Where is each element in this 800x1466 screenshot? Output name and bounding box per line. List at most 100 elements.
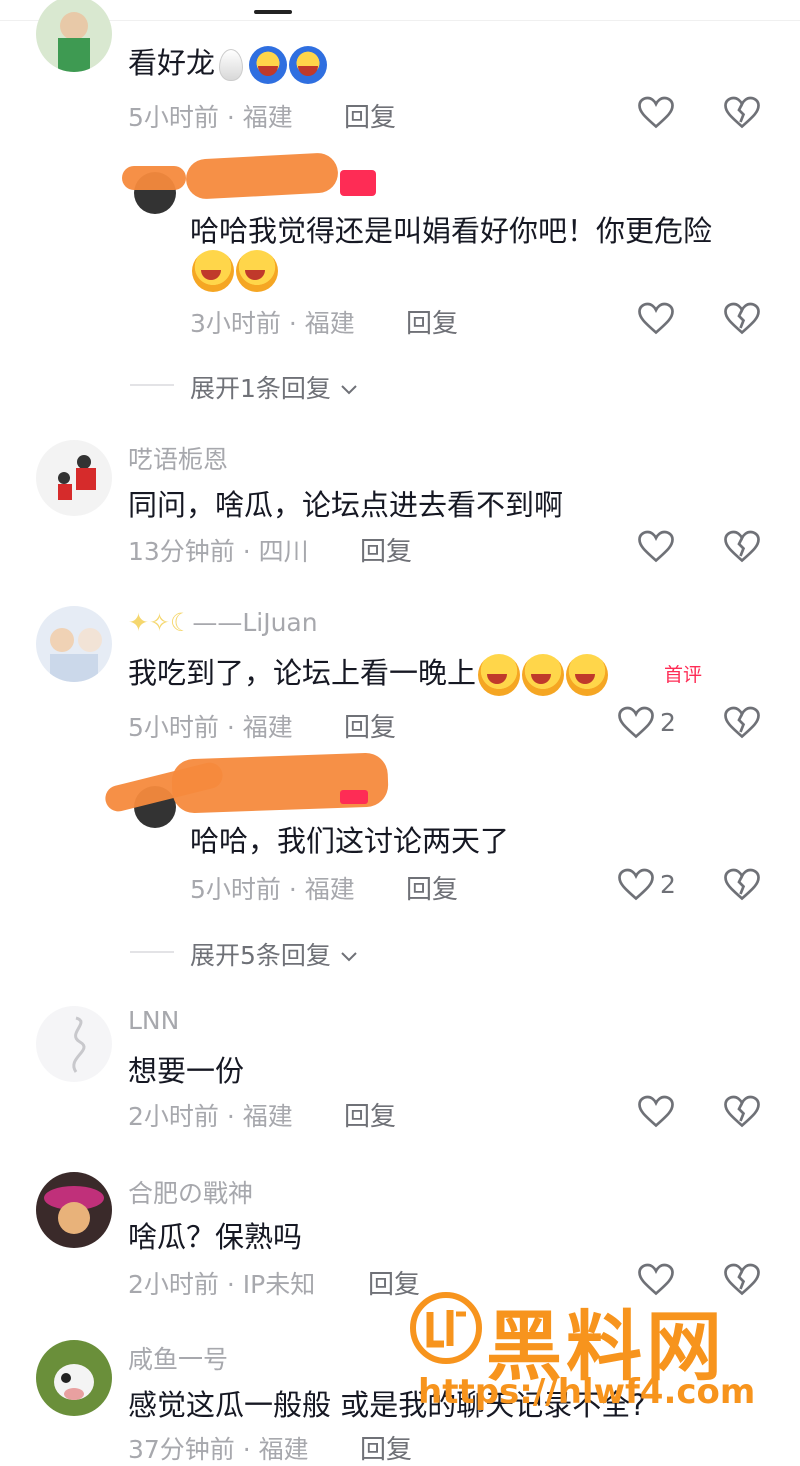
watermark-logo-icon — [408, 1290, 484, 1366]
comment-text: 同问，啥瓜，论坛点进去看不到啊 — [128, 482, 563, 524]
comment-text-content: 同问，啥瓜，论坛点进去看不到啊 — [128, 488, 564, 522]
comment-meta: 3小时前 · 福建 — [190, 304, 355, 340]
reply-button[interactable]: 回复 — [344, 97, 396, 134]
comment-meta: 5小时前 · 福建 — [190, 870, 355, 906]
expand-replies-label: 展开5条回复 — [190, 941, 331, 970]
comment-text: 想要一份 — [128, 1048, 244, 1090]
comment-time: 13分钟前 — [128, 537, 235, 566]
comment-time: 37分钟前 — [128, 1435, 235, 1464]
username[interactable]: 呓语栀恩 — [128, 440, 228, 476]
meta-separator: · — [226, 1102, 235, 1131]
heart-icon[interactable] — [638, 530, 674, 564]
emoji-row — [190, 250, 278, 292]
sticker-emoji-icon — [289, 46, 328, 84]
dislike-icon[interactable] — [724, 96, 760, 130]
comment-text: 哈哈我觉得还是叫娟看好你吧！你更危险 — [190, 208, 712, 250]
username[interactable]: LNN — [128, 1006, 179, 1035]
redaction-mark — [122, 166, 186, 190]
avatar[interactable] — [36, 1006, 112, 1082]
dislike-icon[interactable] — [724, 1263, 760, 1297]
heart-icon[interactable] — [618, 868, 654, 902]
author-badge — [340, 790, 368, 804]
meta-separator: · — [242, 1435, 251, 1464]
dislike-icon[interactable] — [724, 868, 760, 902]
comment-location: 福建 — [304, 875, 355, 904]
avatar[interactable] — [36, 440, 112, 516]
drag-handle[interactable] — [254, 10, 292, 14]
chevron-down-icon — [339, 941, 359, 970]
comment-text-content: 我吃到了，论坛上看一晚上 — [128, 656, 477, 690]
reply-button[interactable]: 回复 — [406, 869, 458, 906]
comment-location: 福建 — [258, 1435, 309, 1464]
comment-time: 3小时前 — [190, 309, 281, 338]
comment-meta: 5小时前 · 福建 — [128, 98, 293, 134]
comment-time: 2小时前 — [128, 1270, 219, 1299]
heart-icon[interactable] — [618, 706, 654, 740]
laughing-crying-emoji-icon — [566, 654, 609, 696]
laughing-crying-emoji-icon — [522, 654, 565, 696]
first-comment-badge: 首评 — [664, 664, 703, 686]
like-count: 2 — [660, 870, 676, 899]
egg-emoji-icon — [219, 49, 244, 81]
comment-meta: 37分钟前 · 福建 — [128, 1430, 309, 1466]
meta-separator: · — [288, 875, 297, 904]
comment-location: 福建 — [242, 1102, 293, 1131]
comment-time: 5小时前 — [190, 875, 281, 904]
comment-text: 看好龙 — [128, 40, 328, 84]
username[interactable]: ✦✧☾——LiJuan — [128, 608, 318, 637]
comment-text-content: 哈哈，我们这讨论两天了 — [190, 824, 510, 858]
comment-text: 我吃到了，论坛上看一晚上 — [128, 650, 609, 696]
expand-replies-label: 展开1条回复 — [190, 374, 331, 403]
username[interactable]: 咸鱼一号 — [128, 1340, 228, 1376]
avatar[interactable] — [36, 606, 112, 682]
dislike-icon[interactable] — [724, 1095, 760, 1129]
avatar[interactable] — [36, 0, 112, 72]
laughing-crying-emoji-icon — [236, 250, 278, 292]
laughing-crying-emoji-icon — [192, 250, 234, 292]
reply-button[interactable]: 回复 — [360, 531, 412, 568]
expand-replies-button[interactable]: 展开1条回复 — [190, 369, 359, 405]
comment-location: 福建 — [304, 309, 355, 338]
like-count: 2 — [660, 708, 676, 737]
comment-text-content: 看好龙 — [128, 46, 216, 80]
laughing-crying-emoji-icon — [478, 654, 521, 696]
author-badge — [340, 170, 376, 196]
comment-location: 福建 — [242, 713, 293, 742]
dislike-icon[interactable] — [724, 302, 760, 336]
comment-location: 四川 — [258, 537, 309, 566]
dislike-icon[interactable] — [724, 706, 760, 740]
comment-time: 2小时前 — [128, 1102, 219, 1131]
expand-replies-button[interactable]: 展开5条回复 — [190, 936, 359, 972]
comment-meta: 2小时前 · IP未知 — [128, 1265, 315, 1301]
redaction-mark — [171, 752, 389, 814]
watermark-url: https://hlwf4.com — [418, 1372, 756, 1412]
redaction-mark — [185, 152, 339, 200]
meta-separator: · — [242, 537, 251, 566]
heart-icon[interactable] — [638, 302, 674, 336]
expand-divider — [130, 384, 174, 386]
moon-icon: ☾ — [169, 608, 193, 637]
comment-location: 福建 — [242, 103, 293, 132]
heart-icon[interactable] — [638, 96, 674, 130]
meta-separator: · — [288, 309, 297, 338]
avatar[interactable] — [36, 1172, 112, 1248]
meta-separator: · — [226, 1270, 235, 1299]
comment-time: 5小时前 — [128, 713, 219, 742]
avatar[interactable] — [36, 1340, 112, 1416]
comment-meta: 13分钟前 · 四川 — [128, 532, 309, 568]
comment-text: 哈哈，我们这讨论两天了 — [190, 818, 509, 860]
meta-separator: · — [226, 713, 235, 742]
comment-text: 啥瓜？保熟吗 — [128, 1214, 302, 1256]
sparkle-icon: ✦✧ — [128, 608, 170, 637]
username[interactable]: 合肥の戰神 — [128, 1174, 253, 1210]
reply-button[interactable]: 回复 — [360, 1429, 412, 1466]
reply-button[interactable]: 回复 — [406, 303, 458, 340]
comment-meta: 5小时前 · 福建 — [128, 708, 293, 744]
dislike-icon[interactable] — [724, 530, 760, 564]
comment-text-content: 哈哈我觉得还是叫娟看好你吧！你更危险 — [190, 214, 713, 248]
heart-icon[interactable] — [638, 1095, 674, 1129]
reply-button[interactable]: 回复 — [344, 1096, 396, 1133]
comment-time: 5小时前 — [128, 103, 219, 132]
sticker-emoji-icon — [249, 46, 288, 84]
reply-button[interactable]: 回复 — [344, 707, 396, 744]
